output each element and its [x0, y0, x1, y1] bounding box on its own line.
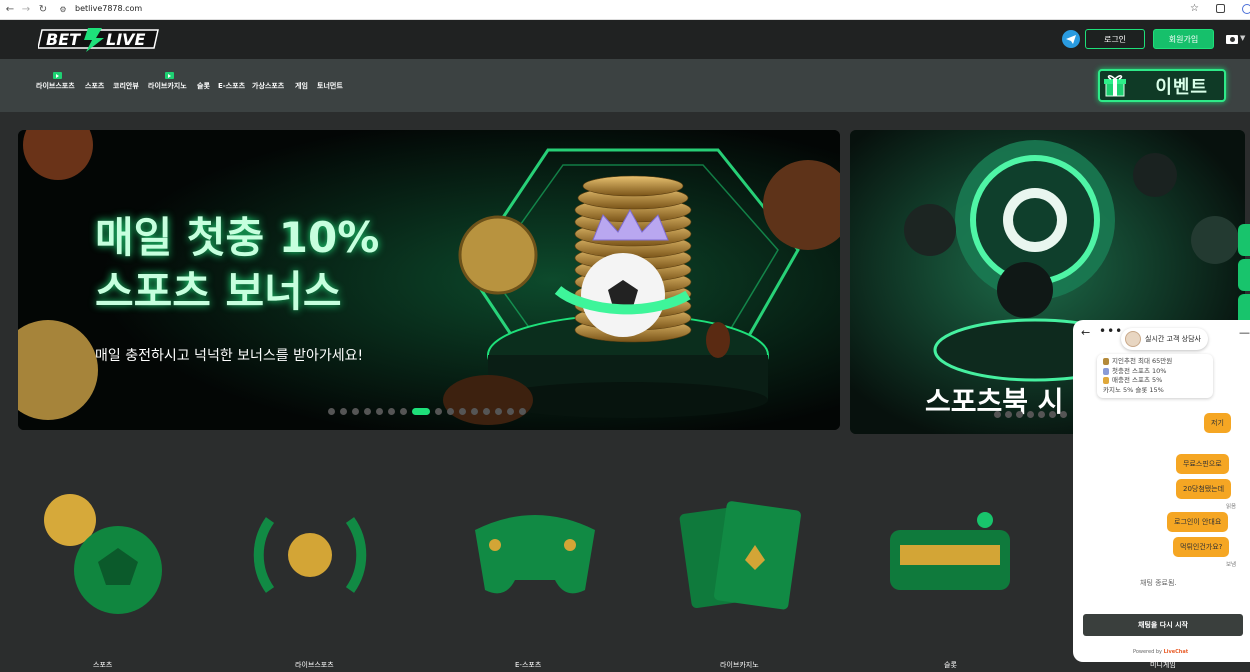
nav-item-sports[interactable]: 스포츠 [85, 81, 104, 91]
powered-by: Powered by LiveChat [1133, 649, 1188, 655]
site-info-icon[interactable]: ⚙ [57, 4, 69, 16]
pagination-dot[interactable] [412, 408, 430, 415]
nav-item-slots[interactable]: 슬롯 [197, 81, 210, 91]
live-tv-icon [165, 72, 174, 79]
banner-pagination [328, 408, 531, 415]
user-message: 로그인이 안대요 [1167, 512, 1229, 532]
pagination-dot[interactable] [507, 408, 514, 415]
banner-headline-1: 매일 첫충 10% [95, 213, 380, 262]
pagination-dot[interactable] [1060, 411, 1067, 418]
pagination-dot[interactable] [328, 408, 335, 415]
info-line: 카지노 5% 슬롯 15% [1103, 385, 1164, 394]
pagination-dot[interactable] [994, 411, 1001, 418]
powered-prefix: Powered by [1133, 649, 1162, 655]
svg-text:LIVE: LIVE [106, 30, 146, 49]
main-promo-banner[interactable]: 매일 첫충 10% 스포츠 보너스 매일 충전하시고 넉넉한 보너스를 받아가세… [18, 130, 840, 430]
user-message: 저기 [1204, 413, 1231, 433]
pagination-dot[interactable] [1016, 411, 1023, 418]
category-live-sports-label[interactable]: 라이브스포츠 [295, 660, 334, 670]
pagination-dot[interactable] [459, 408, 466, 415]
pagination-dot[interactable] [1005, 411, 1012, 418]
pagination-dot[interactable] [376, 408, 383, 415]
betlive-logo[interactable]: BET LIVE [38, 26, 162, 52]
medal-icon [1103, 367, 1109, 375]
category-slots-label[interactable]: 슬롯 [944, 660, 957, 670]
pagination-dot[interactable] [400, 408, 407, 415]
user-message: 20당첨됐는데 [1176, 479, 1232, 499]
banner-headline-2: 스포츠 보너스 [95, 267, 342, 316]
pagination-dot[interactable] [495, 408, 502, 415]
pagination-dot[interactable] [519, 408, 526, 415]
slots-reel-icon[interactable] [880, 490, 1040, 620]
livechat-widget: ← ••• 실시간 고객 상담사 — 지인추천 최대 65만원 첫충전 스포츠 … [1073, 320, 1250, 662]
pagination-dot[interactable] [352, 408, 359, 415]
pagination-dot[interactable] [447, 408, 454, 415]
telegram-icon[interactable] [1062, 30, 1080, 48]
read-status: 읽음 [1226, 504, 1237, 510]
pagination-dot[interactable] [1049, 411, 1056, 418]
user-message: 먹튀인건가요? [1173, 537, 1230, 557]
main-nav [0, 59, 1250, 112]
live-casino-cards-icon[interactable] [675, 490, 835, 620]
info-line: 첫충전 스포츠 10% [1112, 366, 1167, 375]
extensions-icon[interactable] [1216, 4, 1225, 13]
browser-toolbar: ← → ↻ ⚙ betlive7878.com ☆ [0, 0, 1250, 20]
side-tab-gift-icon[interactable] [1238, 224, 1250, 256]
category-esports-label[interactable]: E-스포츠 [515, 660, 541, 670]
address-bar[interactable]: betlive7878.com [75, 3, 142, 15]
live-sports-coin-icon[interactable] [230, 490, 390, 620]
chat-ended-text: 채팅 종료됨. [1140, 579, 1177, 587]
bookmark-star-icon[interactable]: ☆ [1190, 3, 1199, 14]
signup-button[interactable]: 회원가입 [1153, 29, 1214, 49]
sent-status: 보냄 [1226, 562, 1237, 568]
forward-arrow-icon[interactable]: → [20, 4, 32, 16]
pagination-dot[interactable] [483, 408, 490, 415]
minimize-icon[interactable]: — [1239, 326, 1250, 339]
back-arrow-icon[interactable]: ← [4, 4, 16, 16]
info-line: 지인추천 최대 65만원 [1112, 357, 1173, 365]
chevron-down-icon[interactable]: ▼ [1240, 34, 1245, 42]
nav-item-korean-view[interactable]: 코리안뷰 [113, 81, 139, 91]
svg-text:BET: BET [46, 30, 81, 49]
restart-chat-button[interactable]: 채팅을 다시 시작 [1083, 614, 1243, 636]
reload-icon[interactable]: ↻ [37, 4, 49, 16]
nav-item-games[interactable]: 게임 [295, 81, 308, 91]
nav-item-live-casino[interactable]: 라이브카지노 [148, 81, 187, 91]
esports-gamepad-icon[interactable] [455, 490, 615, 620]
pagination-dot[interactable] [388, 408, 395, 415]
profile-icon[interactable] [1242, 4, 1250, 14]
nav-item-live-sports[interactable]: 라이브스포츠 [36, 81, 75, 91]
category-live-casino-label[interactable]: 라이브카지노 [720, 660, 759, 670]
agent-avatar [1125, 331, 1141, 347]
livechat-brand[interactable]: LiveChat [1164, 649, 1189, 655]
nav-item-esports[interactable]: E-스포츠 [218, 81, 245, 91]
side-tab-plus-icon[interactable] [1238, 259, 1250, 291]
login-button[interactable]: 로그인 [1085, 29, 1145, 49]
medal-icon [1103, 358, 1109, 366]
side-banner-pagination [994, 411, 1071, 418]
pagination-dot[interactable] [1038, 411, 1045, 418]
agent-name: 실시간 고객 상담사 [1145, 335, 1201, 343]
medal-icon [1103, 377, 1109, 385]
info-line: 매충전 스포츠 5% [1112, 376, 1163, 384]
back-arrow-icon[interactable]: ← [1081, 326, 1090, 339]
category-sports-label[interactable]: 스포츠 [93, 660, 112, 670]
nav-item-tournament[interactable]: 토너먼트 [317, 81, 343, 91]
pagination-dot[interactable] [1027, 411, 1034, 418]
pagination-dot[interactable] [340, 408, 347, 415]
pagination-dot[interactable] [471, 408, 478, 415]
nav-item-virtual-sports[interactable]: 가상스포츠 [252, 81, 284, 91]
sports-ball-icon[interactable] [30, 490, 190, 620]
pagination-dot[interactable] [364, 408, 371, 415]
pagination-dot[interactable] [435, 408, 442, 415]
more-options-icon[interactable]: ••• [1099, 324, 1123, 338]
live-tv-icon [53, 72, 62, 79]
event-label: 이벤트 [1155, 76, 1208, 98]
agent-message: 지인추천 최대 65만원 첫충전 스포츠 10% 매충전 스포츠 5% 카지노 … [1097, 354, 1213, 398]
user-message: 무료스핀으로 [1176, 454, 1229, 474]
korea-flag-icon[interactable] [1226, 35, 1238, 44]
banner-subtitle: 매일 충전하시고 넉넉한 보너스를 받아가세요! [95, 348, 364, 364]
gift-icon [1104, 75, 1126, 97]
agent-pill: 실시간 고객 상담사 [1121, 328, 1208, 350]
